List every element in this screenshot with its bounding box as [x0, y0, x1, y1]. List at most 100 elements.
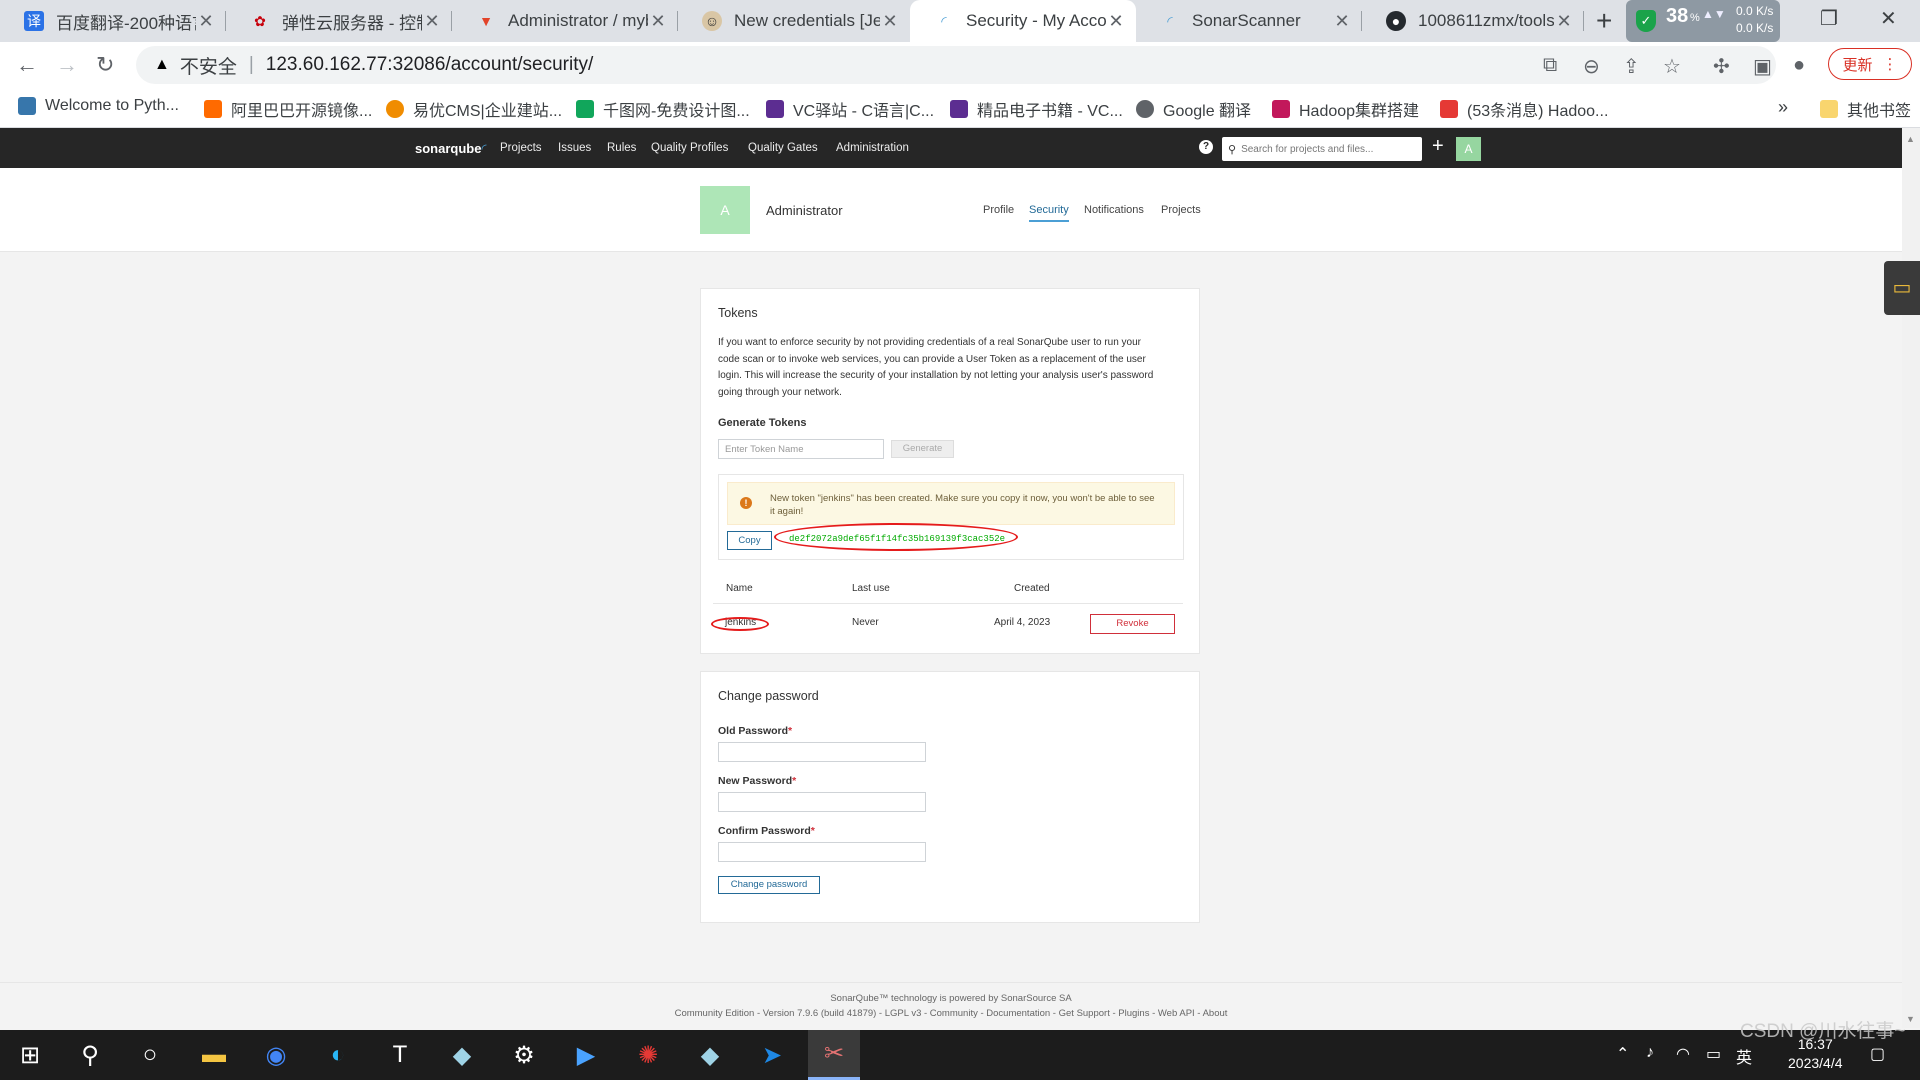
account-header: A Administrator Profile Security Notific… [0, 168, 1902, 252]
task-view-icon[interactable]: ○ [124, 1030, 176, 1080]
bookmark-item[interactable]: VC驿站 - C语言|C... [766, 97, 934, 121]
sonarqube-logo[interactable]: sonarqube◜ [415, 141, 487, 157]
red-annotation-ellipse [774, 523, 1018, 551]
zoom-icon[interactable]: ⊖ [1583, 54, 1600, 79]
nav-administration[interactable]: Administration [836, 142, 909, 154]
notifications-icon[interactable]: ▢ [1870, 1044, 1885, 1064]
wifi-icon[interactable]: ◠ [1676, 1044, 1690, 1064]
bookmark-item[interactable]: 易优CMS|企业建站... [386, 97, 562, 121]
back-icon[interactable]: ← [16, 52, 38, 78]
terminal-icon[interactable]: ◆ [684, 1030, 736, 1080]
typora-icon[interactable]: T [374, 1030, 426, 1080]
browser-tab[interactable]: ▼ Administrator / mybatis ✕ [452, 0, 678, 42]
tab-security[interactable]: Security [1029, 204, 1069, 222]
app-swirl-icon[interactable]: ✺ [622, 1030, 674, 1080]
user-avatar[interactable]: A [1456, 137, 1481, 161]
browser-tab-active[interactable]: ◜ Security - My Account ✕ [910, 0, 1136, 42]
nav-projects[interactable]: Projects [500, 142, 542, 154]
shield-icon: ✓ [1636, 10, 1656, 32]
help-icon[interactable]: ? [1199, 140, 1213, 154]
browser-tab[interactable]: ● 1008611zmx/tools · GitHub ✕ [1362, 0, 1584, 42]
battery-icon[interactable]: ▭ [1706, 1044, 1721, 1064]
restore-window-icon[interactable]: ❐ [1820, 6, 1838, 31]
chrome-icon[interactable]: ◉ [250, 1030, 302, 1080]
settings-icon[interactable]: ⚙ [498, 1030, 550, 1080]
scroll-down-icon[interactable]: ▼ [1906, 1014, 1915, 1024]
close-icon[interactable]: ✕ [880, 11, 900, 32]
close-icon[interactable]: ✕ [648, 11, 668, 32]
revoke-button[interactable]: Revoke [1090, 614, 1175, 634]
bookmark-item[interactable]: Google 翻译 [1136, 97, 1251, 121]
download-speed: 0.0 K/s [1736, 21, 1774, 35]
new-token-box: ! New token "jenkins" has been created. … [718, 474, 1184, 560]
tab-title: Administrator / mybatis [508, 11, 648, 30]
generate-button[interactable]: Generate [891, 440, 954, 458]
huawei-icon: ✿ [254, 12, 266, 29]
python-icon [18, 97, 36, 115]
edge-icon[interactable]: ◐ [312, 1030, 364, 1080]
nav-quality-profiles[interactable]: Quality Profiles [651, 142, 728, 154]
extensions-icon[interactable]: ✣ [1713, 54, 1730, 79]
snipping-tool-icon[interactable]: ✂ [808, 1030, 860, 1080]
global-search-input[interactable]: ⚲ Search for projects and files... [1222, 137, 1422, 161]
create-plus-button[interactable]: + [1432, 135, 1444, 158]
windows-start-icon[interactable]: ⊞ [4, 1030, 56, 1080]
bookmarks-overflow-button[interactable]: » [1778, 97, 1788, 118]
confirm-password-field[interactable] [718, 842, 926, 862]
sonarqube-navbar: sonarqube◜ Projects Issues Rules Quality… [0, 128, 1902, 168]
forward-icon[interactable]: → [56, 52, 78, 78]
close-icon[interactable]: ✕ [422, 11, 442, 32]
feishu-icon[interactable]: ➤ [746, 1030, 798, 1080]
close-icon[interactable]: ✕ [196, 11, 216, 32]
sidepanel-icon[interactable]: ▣ [1753, 54, 1772, 79]
copy-button[interactable]: Copy [727, 531, 772, 550]
media-player-icon[interactable]: ▶ [560, 1030, 612, 1080]
reload-icon[interactable]: ↻ [96, 52, 114, 78]
network-monitor-badge[interactable]: ✓ 38 % ▲▼ 0.0 K/s 0.0 K/s [1626, 0, 1780, 42]
tab-notifications[interactable]: Notifications [1084, 204, 1144, 216]
terminal-icon[interactable]: ◆ [436, 1030, 488, 1080]
browser-tab[interactable]: ✿ 弹性云服务器 - 控制台 ✕ [226, 0, 452, 42]
share-icon[interactable]: ⇪ [1623, 54, 1640, 79]
profile-icon[interactable]: ● [1793, 54, 1805, 77]
volume-icon[interactable]: ♪ [1646, 1044, 1654, 1062]
browser-tab[interactable]: ◜ SonarScanner ✕ [1136, 0, 1362, 42]
bookmark-item[interactable]: 精品电子书籍 - VC... [950, 97, 1123, 121]
ime-indicator[interactable]: 英 [1736, 1044, 1752, 1068]
bookmark-item[interactable]: Welcome to Pyth... [18, 97, 179, 115]
update-button[interactable]: 更新 ⋮ [1828, 48, 1912, 80]
bookmark-item[interactable]: 阿里巴巴开源镜像... [204, 97, 372, 121]
nav-issues[interactable]: Issues [558, 142, 591, 154]
nav-quality-gates[interactable]: Quality Gates [748, 142, 818, 154]
close-icon[interactable]: ✕ [1106, 11, 1126, 32]
other-bookmarks[interactable]: 其他书签 [1820, 97, 1911, 121]
search-icon[interactable]: ⚲ [64, 1030, 116, 1080]
tab-projects[interactable]: Projects [1161, 204, 1201, 216]
file-explorer-icon[interactable]: ▬ [188, 1030, 240, 1080]
new-tab-button[interactable]: + [1596, 5, 1612, 37]
tray-expand-icon[interactable]: ⌃ [1616, 1044, 1629, 1064]
insecure-label: 不安全 [179, 56, 237, 78]
translate-icon[interactable]: ⧉ [1543, 54, 1557, 77]
nav-rules[interactable]: Rules [607, 142, 636, 154]
token-name-input[interactable]: Enter Token Name [718, 439, 884, 459]
footer-links[interactable]: Community Edition - Version 7.9.6 (build… [0, 1008, 1902, 1019]
close-window-icon[interactable]: ✕ [1880, 6, 1897, 31]
bookmark-item[interactable]: Hadoop集群搭建 [1272, 97, 1419, 121]
new-password-field[interactable] [718, 792, 926, 812]
old-password-field[interactable] [718, 742, 926, 762]
close-icon[interactable]: ✕ [1554, 11, 1574, 32]
bookmark-star-icon[interactable]: ☆ [1663, 54, 1681, 79]
side-widget-icon[interactable]: ▭ [1884, 261, 1920, 315]
tab-profile[interactable]: Profile [983, 204, 1014, 216]
bookmark-item[interactable]: 千图网-免费设计图... [576, 97, 750, 121]
tokens-title: Tokens [718, 306, 758, 320]
browser-tab[interactable]: 译 百度翻译-200种语言互译 ✕ [0, 0, 226, 42]
address-bar[interactable]: ▲ 不安全 | 123.60.162.77:32086/account/secu… [136, 46, 1776, 84]
change-password-button[interactable]: Change password [718, 876, 820, 894]
scroll-up-icon[interactable]: ▲ [1906, 134, 1915, 144]
browser-tab[interactable]: ☺ New credentials [Jenkins] ✕ [678, 0, 910, 42]
close-icon[interactable]: ✕ [1332, 11, 1352, 32]
bookmark-item[interactable]: (53条消息) Hadoo... [1440, 97, 1608, 121]
token-row-created: April 4, 2023 [994, 617, 1051, 628]
